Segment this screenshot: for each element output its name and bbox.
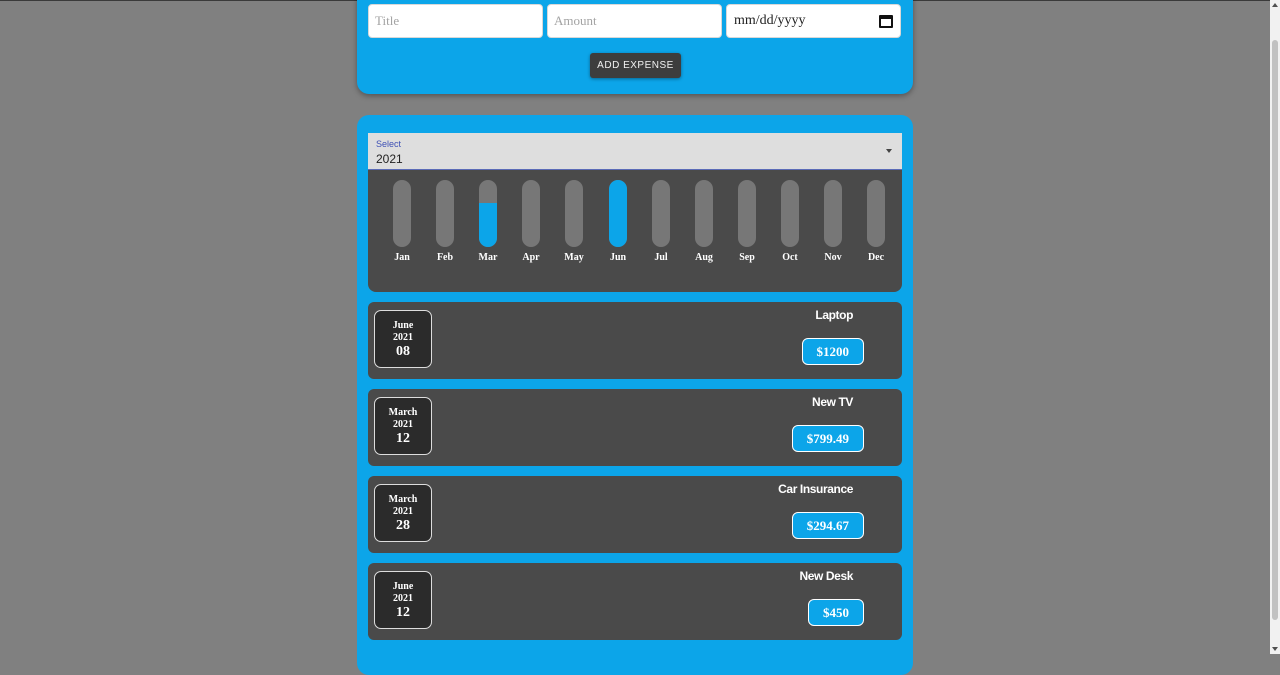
chart-bar-jul: Jul xyxy=(646,180,676,263)
chart-bar-track xyxy=(609,180,627,247)
chart-bar-fill xyxy=(479,202,497,247)
expense-year: 2021 xyxy=(393,506,413,517)
chart-bar-label: Jul xyxy=(654,252,668,263)
scroll-up-arrow-icon[interactable] xyxy=(1272,3,1278,7)
chart-bar-fill xyxy=(609,180,627,247)
expense-item: June 2021 12 New Desk $450 xyxy=(368,563,902,640)
expense-date: June 2021 12 xyxy=(374,571,432,629)
chart-bar-track xyxy=(479,180,497,247)
expense-day: 28 xyxy=(396,518,410,533)
calendar-icon[interactable] xyxy=(879,14,893,28)
expense-year: 2021 xyxy=(393,419,413,430)
expense-amount: $1200 xyxy=(801,338,864,365)
expense-month: March xyxy=(388,407,418,418)
chart-bar-label: Feb xyxy=(436,252,454,263)
title-input[interactable] xyxy=(368,4,543,38)
chart-bar-label: Sep xyxy=(739,252,755,263)
chart-bar-label: Nov xyxy=(824,252,842,263)
chart-bar-label: Mar xyxy=(478,252,498,263)
chart-bar-aug: Aug xyxy=(689,180,719,263)
chart-bar-feb: Feb xyxy=(430,180,460,263)
expense-day: 08 xyxy=(396,344,410,359)
select-label: Select xyxy=(376,139,402,149)
chart-bar-label: Oct xyxy=(782,252,798,263)
amount-input[interactable] xyxy=(547,4,722,38)
expense-month: June xyxy=(392,320,414,331)
chart-bar-sep: Sep xyxy=(732,180,762,263)
expense-amount: $799.49 xyxy=(791,425,864,452)
expense-day: 12 xyxy=(396,605,410,620)
expense-title: New Desk xyxy=(799,569,854,583)
chart-bar-track xyxy=(393,180,411,247)
chart-bar-nov: Nov xyxy=(818,180,848,263)
add-expense-button[interactable]: ADD EXPENSE xyxy=(590,53,681,78)
expense-title: Car Insurance xyxy=(778,482,853,496)
scroll-down-arrow-icon[interactable] xyxy=(1272,647,1278,651)
chart-bar-label: May xyxy=(564,252,584,263)
chart-bar-track xyxy=(522,180,540,247)
chart-bar-track xyxy=(781,180,799,247)
chart-bar-jan: Jan xyxy=(387,180,417,263)
chart-bar-track xyxy=(695,180,713,247)
chart-bar-track xyxy=(565,180,583,247)
expense-date: March 2021 12 xyxy=(374,397,432,455)
chart-bar-label: Jan xyxy=(394,252,410,263)
expense-amount: $450 xyxy=(808,599,864,626)
chart-bar-track xyxy=(652,180,670,247)
chart-bar-track xyxy=(436,180,454,247)
chart-bar-track xyxy=(867,180,885,247)
expense-month: June xyxy=(392,581,414,592)
chart-bar-track xyxy=(738,180,756,247)
expense-title: Laptop xyxy=(815,308,853,322)
expense-year: 2021 xyxy=(393,332,413,343)
chart-bar-apr: Apr xyxy=(516,180,546,263)
dropdown-arrow-icon xyxy=(886,149,892,153)
chart-bar-track xyxy=(824,180,842,247)
chart-bar-mar: Mar xyxy=(473,180,503,263)
date-placeholder: mm/dd/yyyy xyxy=(734,13,806,28)
expense-year: 2021 xyxy=(393,593,413,604)
expense-item: June 2021 08 Laptop $1200 xyxy=(368,302,902,379)
chart-bar-label: Dec xyxy=(867,252,885,263)
chart-bar-label: Jun xyxy=(609,252,627,263)
select-value: 2021 xyxy=(376,152,403,166)
chart-bar-jun: Jun xyxy=(603,180,633,263)
chart-bar-label: Aug xyxy=(695,252,713,263)
expenses-panel: Select 2021 Jan Feb Mar Apr May Jun Jul Aug Sep O… xyxy=(357,115,913,675)
expense-item: March 2021 28 Car Insurance $294.67 xyxy=(368,476,902,553)
new-expense-form: mm/dd/yyyy ADD EXPENSE xyxy=(357,0,913,94)
monthly-chart: Jan Feb Mar Apr May Jun Jul Aug Sep Oct Nov Dec xyxy=(368,170,902,292)
expense-day: 12 xyxy=(396,431,410,446)
scrollbar-thumb[interactable] xyxy=(1272,40,1278,620)
date-input[interactable]: mm/dd/yyyy xyxy=(726,4,901,38)
scrollbar[interactable] xyxy=(1270,0,1280,654)
chart-bar-may: May xyxy=(559,180,589,263)
chart-bar-oct: Oct xyxy=(775,180,805,263)
expense-date: March 2021 28 xyxy=(374,484,432,542)
expense-date: June 2021 08 xyxy=(374,310,432,368)
expense-title: New TV xyxy=(812,395,853,409)
chart-bar-dec: Dec xyxy=(861,180,891,263)
year-select[interactable]: Select 2021 xyxy=(368,133,902,170)
expense-month: March xyxy=(388,494,418,505)
chart-bar-label: Apr xyxy=(522,252,540,263)
expense-amount: $294.67 xyxy=(791,512,864,539)
expense-item: March 2021 12 New TV $799.49 xyxy=(368,389,902,466)
